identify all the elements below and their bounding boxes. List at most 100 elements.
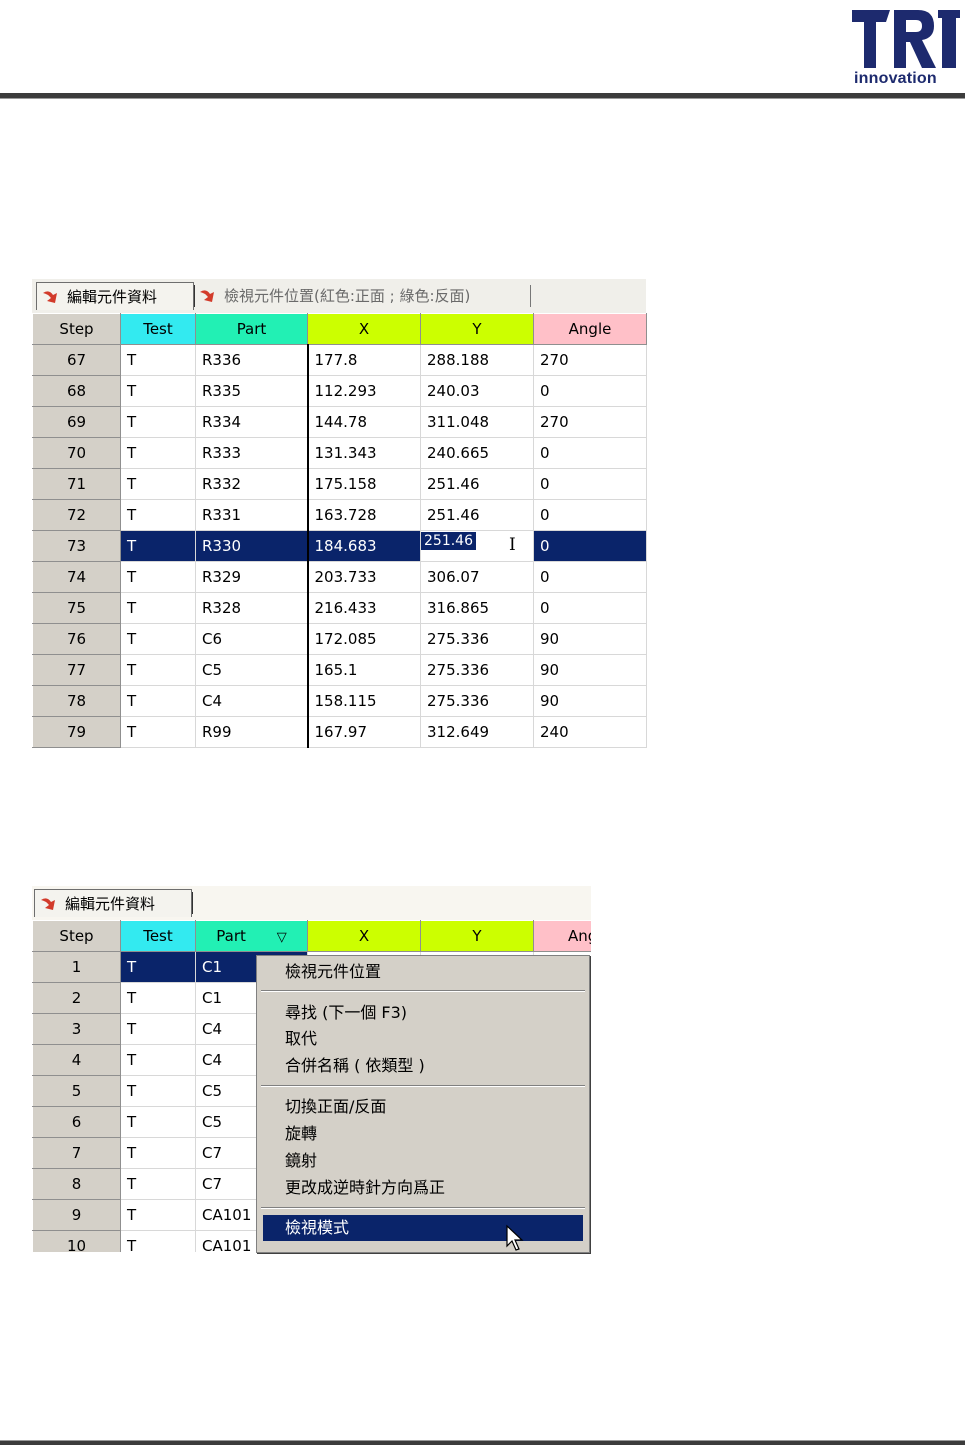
menu-item-view-positions[interactable]: 檢視元件位置	[263, 959, 583, 985]
test-cell[interactable]: T	[120, 592, 196, 624]
col-header-part[interactable]: Part ▽	[195, 920, 308, 952]
part-cell[interactable]: C6	[195, 623, 308, 655]
step-cell[interactable]: 71	[32, 468, 121, 500]
test-cell[interactable]: T	[120, 1106, 196, 1138]
col-header-step[interactable]: Step	[32, 920, 121, 952]
tab-edit-components[interactable]: 編輯元件資料	[36, 282, 194, 310]
step-cell[interactable]: 74	[32, 561, 121, 593]
table-row[interactable]: 76 T C6 172.085 275.336 90	[32, 623, 647, 655]
part-cell[interactable]: R329	[195, 561, 308, 593]
part-cell[interactable]: C4	[195, 685, 308, 717]
y-cell[interactable]: 311.048	[420, 406, 534, 438]
x-cell[interactable]: 112.293	[306, 375, 421, 407]
angle-cell[interactable]: 90	[533, 623, 647, 655]
step-cell[interactable]: 75	[32, 592, 121, 624]
step-cell[interactable]: 72	[32, 499, 121, 531]
step-cell[interactable]: 68	[32, 375, 121, 407]
test-cell[interactable]: T	[120, 685, 196, 717]
x-cell[interactable]: 216.433	[306, 592, 421, 624]
step-cell[interactable]: 2	[32, 982, 121, 1014]
test-cell[interactable]: T	[120, 982, 196, 1014]
y-cell[interactable]: 306.07	[420, 561, 534, 593]
step-cell[interactable]: 8	[32, 1168, 121, 1200]
col-header-part[interactable]: Part	[195, 313, 308, 345]
col-header-y[interactable]: Y	[420, 313, 534, 345]
x-cell[interactable]: 144.78	[306, 406, 421, 438]
col-header-angle[interactable]: Ang	[533, 920, 591, 952]
part-cell[interactable]: R334	[195, 406, 308, 438]
part-cell[interactable]: R330	[195, 530, 308, 562]
step-cell[interactable]: 70	[32, 437, 121, 469]
test-cell[interactable]: T	[120, 623, 196, 655]
part-cell[interactable]: R333	[195, 437, 308, 469]
menu-item-mirror[interactable]: 鏡射	[263, 1148, 583, 1174]
x-cell[interactable]: 131.343	[306, 437, 421, 469]
table-row[interactable]: 78 T C4 158.115 275.336 90	[32, 685, 647, 717]
col-header-x[interactable]: X	[307, 313, 421, 345]
test-cell[interactable]: T	[120, 1137, 196, 1169]
x-cell[interactable]: 165.1	[306, 654, 421, 686]
angle-cell[interactable]: 270	[533, 344, 647, 376]
tab-edit-components[interactable]: 編輯元件資料	[34, 889, 192, 917]
y-cell[interactable]: 240.665	[420, 437, 534, 469]
menu-item-ccw-positive[interactable]: 更改成逆時針方向爲正	[263, 1175, 583, 1201]
part-cell[interactable]: R335	[195, 375, 308, 407]
table-row[interactable]: 71 T R332 175.158 251.46 0	[32, 468, 647, 500]
y-cell[interactable]: 240.03	[420, 375, 534, 407]
tab-view-component-positions[interactable]: 檢視元件位置(紅色:正面 ; 綠色:反面)	[198, 282, 470, 309]
x-cell[interactable]: 175.158	[306, 468, 421, 500]
test-cell[interactable]: T	[120, 1044, 196, 1076]
angle-cell[interactable]: 90	[533, 654, 647, 686]
col-header-y[interactable]: Y	[420, 920, 534, 952]
test-cell[interactable]: T	[120, 1075, 196, 1107]
test-cell[interactable]: T	[120, 437, 196, 469]
step-cell[interactable]: 77	[32, 654, 121, 686]
col-header-angle[interactable]: Angle	[533, 313, 647, 345]
angle-cell[interactable]: 0	[533, 592, 647, 624]
step-cell[interactable]: 10	[32, 1230, 121, 1252]
y-cell[interactable]: 251.46	[420, 468, 534, 500]
x-cell[interactable]: 184.683	[306, 530, 421, 562]
table-row[interactable]: 72 T R331 163.728 251.46 0	[32, 499, 647, 531]
y-cell[interactable]: 312.649	[420, 716, 534, 748]
y-cell[interactable]: 316.865	[420, 592, 534, 624]
col-header-test[interactable]: Test	[120, 920, 196, 952]
part-cell[interactable]: R99	[195, 716, 308, 748]
col-header-test[interactable]: Test	[120, 313, 196, 345]
test-cell[interactable]: T	[120, 530, 196, 562]
y-cell[interactable]: 275.336	[420, 654, 534, 686]
angle-cell[interactable]: 0	[533, 530, 647, 562]
test-cell[interactable]: T	[120, 1013, 196, 1045]
test-cell[interactable]: T	[120, 716, 196, 748]
menu-item-rotate[interactable]: 旋轉	[263, 1121, 583, 1147]
step-cell[interactable]: 67	[32, 344, 121, 376]
x-cell[interactable]: 172.085	[306, 623, 421, 655]
step-cell[interactable]: 6	[32, 1106, 121, 1138]
part-cell[interactable]: R332	[195, 468, 308, 500]
step-cell[interactable]: 1	[32, 951, 121, 983]
step-cell[interactable]: 69	[32, 406, 121, 438]
table-row[interactable]: 79 T R99 167.97 312.649 240	[32, 716, 647, 748]
x-cell[interactable]: 158.115	[306, 685, 421, 717]
col-header-step[interactable]: Step	[32, 313, 121, 345]
y-cell[interactable]: 275.336	[420, 623, 534, 655]
part-cell[interactable]: R336	[195, 344, 308, 376]
step-cell[interactable]: 7	[32, 1137, 121, 1169]
menu-item-find-next[interactable]: 尋找 (下一個 F3)	[263, 1000, 583, 1026]
table-row[interactable]: 77 T C5 165.1 275.336 90	[32, 654, 647, 686]
menu-item-merge-names[interactable]: 合併名稱 ( 依類型 )	[263, 1053, 583, 1079]
x-cell[interactable]: 203.733	[306, 561, 421, 593]
test-cell[interactable]: T	[120, 375, 196, 407]
x-cell[interactable]: 177.8	[306, 344, 421, 376]
test-cell[interactable]: T	[120, 654, 196, 686]
filter-icon[interactable]: ▽	[277, 930, 287, 945]
test-cell[interactable]: T	[120, 499, 196, 531]
test-cell[interactable]: T	[120, 1168, 196, 1200]
part-cell[interactable]: C5	[195, 654, 308, 686]
menu-item-toggle-side[interactable]: 切換正面/反面	[263, 1094, 583, 1120]
part-cell[interactable]: R328	[195, 592, 308, 624]
x-cell[interactable]: 163.728	[306, 499, 421, 531]
test-cell[interactable]: T	[120, 468, 196, 500]
menu-item-replace[interactable]: 取代	[263, 1026, 583, 1052]
step-cell[interactable]: 78	[32, 685, 121, 717]
